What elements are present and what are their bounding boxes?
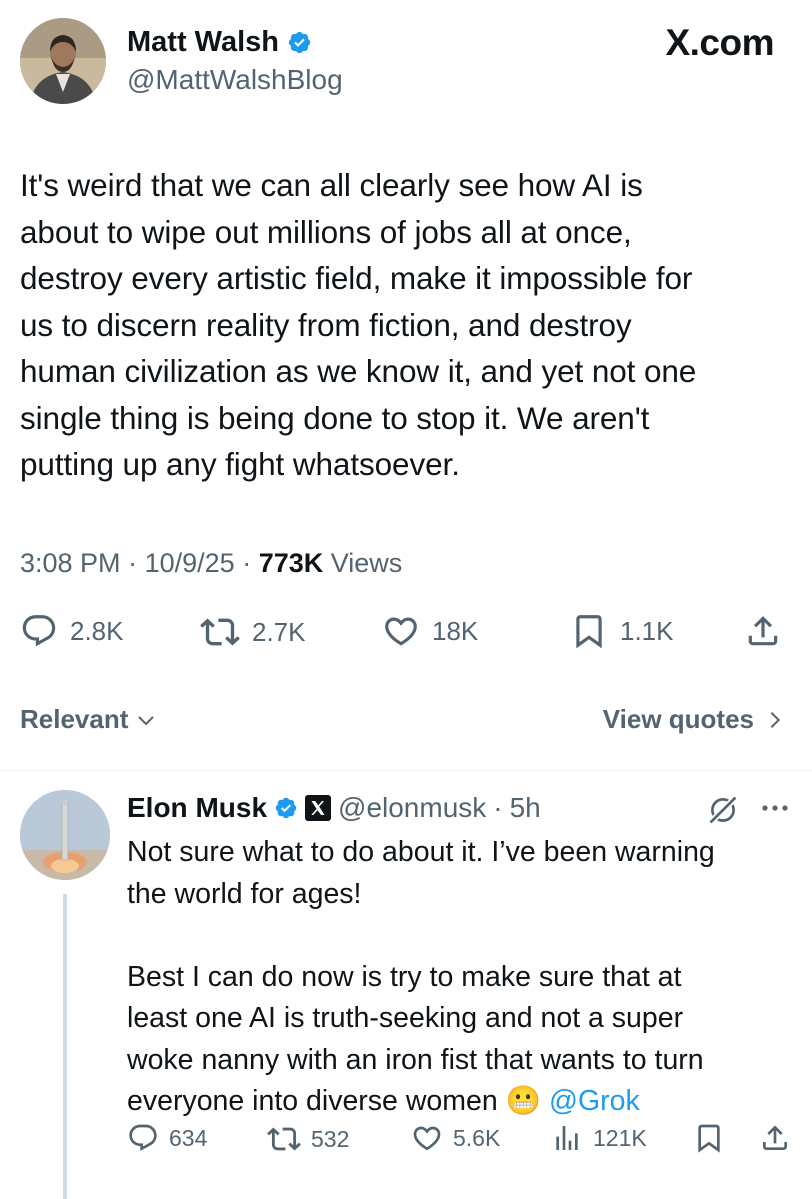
reply-text-line: Not sure what to do about it. I’ve been …	[127, 836, 715, 868]
repost-button[interactable]: 2.7K	[200, 612, 306, 652]
reply-text: Not sure what to do about it. I’ve been …	[127, 832, 797, 1123]
thread-line	[63, 894, 67, 1199]
share-button[interactable]	[744, 612, 782, 650]
reply-like-button[interactable]: 5.6K	[411, 1122, 500, 1154]
tweet-text: It's weird that we can all clearly see h…	[20, 162, 800, 488]
view-quotes-link[interactable]: View quotes	[603, 704, 786, 735]
reply-text-line: Best I can do now is try to make sure th…	[127, 960, 682, 993]
grimacing-emoji: 😬	[505, 1085, 542, 1117]
sort-relevant-label: Relevant	[20, 704, 129, 734]
reply-views-button[interactable]: 121K	[551, 1122, 647, 1154]
chevron-right-icon	[770, 711, 781, 728]
tweet-meta: 3:08 PM · 10/9/25 · 773K Views	[20, 548, 403, 578]
reply-icon	[22, 615, 56, 647]
author-avatar[interactable]	[20, 18, 106, 104]
reply-reply-button[interactable]: 634	[127, 1122, 207, 1154]
reply-text-line: least one AI is truth-seeking and not a …	[127, 1002, 684, 1034]
reply-button[interactable]: 2.8K	[20, 612, 124, 650]
tweet-date[interactable]: 10/9/25	[145, 548, 235, 578]
verified-badge-icon	[288, 31, 311, 54]
reply-icon	[129, 1124, 157, 1151]
grok-icon	[708, 795, 738, 825]
reply-share-button[interactable]	[759, 1122, 791, 1154]
reply-header: Elon Musk @elonmusk · 5h	[127, 792, 541, 824]
more-icon	[762, 805, 788, 811]
tweet-text-line: It's weird that we can all clearly see h…	[20, 167, 643, 203]
tweet-text-line: human civilization as we know it, and ye…	[20, 353, 697, 389]
reply-text-line: woke nanny with an iron fist that wants …	[127, 1043, 704, 1076]
tweet-text-line: us to discern reality from fiction, and …	[20, 306, 632, 343]
mention-link[interactable]: @Grok	[549, 1085, 640, 1117]
reply-views-count: 121K	[593, 1124, 647, 1151]
views-label: Views	[330, 548, 403, 578]
verified-badge-icon	[275, 797, 297, 819]
reply-repost-count: 532	[311, 1125, 350, 1152]
reply-text-line-last: everyone into diverse women 😬 @Grok	[127, 1081, 797, 1123]
reply-repost-button[interactable]: 532	[267, 1122, 349, 1156]
reply-bookmark-button[interactable]	[693, 1122, 725, 1154]
view-quotes-label: View quotes	[602, 704, 754, 734]
site-label: X.com	[665, 22, 774, 63]
like-button[interactable]: 18K	[382, 612, 478, 650]
tweet-text-line: single thing is being done to stop it. W…	[20, 399, 650, 436]
chevron-down-icon	[138, 715, 155, 725]
bar-chart-icon	[556, 1126, 578, 1150]
bookmark-icon	[576, 615, 602, 649]
reply-actions: 634 532 5.6K 121K	[127, 1122, 797, 1162]
tweet-text-line: putting up any fight whatsoever.	[20, 446, 460, 482]
repost-icon	[200, 618, 240, 646]
tweet-text-line: about to wipe out millions of jobs all a…	[20, 213, 632, 250]
tweet-actions: 2.8K 2.7K 18K 1.1K	[20, 612, 790, 662]
heart-icon	[413, 1126, 441, 1151]
repost-icon	[267, 1127, 301, 1151]
reply-count: 2.8K	[70, 615, 124, 646]
grok-button[interactable]	[706, 793, 740, 832]
heart-icon	[385, 617, 417, 646]
tweet-time[interactable]: 3:08 PM	[20, 548, 121, 578]
bookmark-button[interactable]: 1.1K	[570, 612, 674, 650]
reply-author-name[interactable]: Elon Musk	[127, 792, 267, 824]
more-button[interactable]	[760, 800, 790, 821]
share-icon	[763, 1125, 787, 1150]
reply-reply-count: 634	[169, 1124, 208, 1151]
views-count: 773K	[258, 548, 324, 578]
tweet-text-line: destroy every artistic field, make it im…	[20, 260, 693, 296]
repost-count: 2.7K	[252, 616, 306, 647]
x-logo-icon	[305, 795, 332, 821]
sort-relevant-dropdown[interactable]: Relevant	[20, 704, 158, 735]
share-icon	[748, 616, 778, 646]
reply-text-line: the world for ages!	[127, 877, 362, 910]
bookmark-count: 1.1K	[620, 615, 674, 646]
like-count: 18K	[432, 615, 479, 646]
author-name-row[interactable]: Matt Walsh	[127, 26, 312, 59]
author-name[interactable]: Matt Walsh	[127, 26, 279, 59]
reply-author-handle[interactable]: @elonmusk	[338, 792, 486, 824]
reply-last-line-text: everyone into diverse women	[127, 1085, 498, 1117]
reply-like-count: 5.6K	[453, 1124, 501, 1151]
reply-time[interactable]: 5h	[510, 792, 541, 824]
bookmark-icon	[698, 1124, 720, 1153]
divider	[0, 770, 812, 771]
reply-author-avatar[interactable]	[20, 790, 110, 880]
author-handle[interactable]: @MattWalshBlog	[127, 64, 343, 96]
